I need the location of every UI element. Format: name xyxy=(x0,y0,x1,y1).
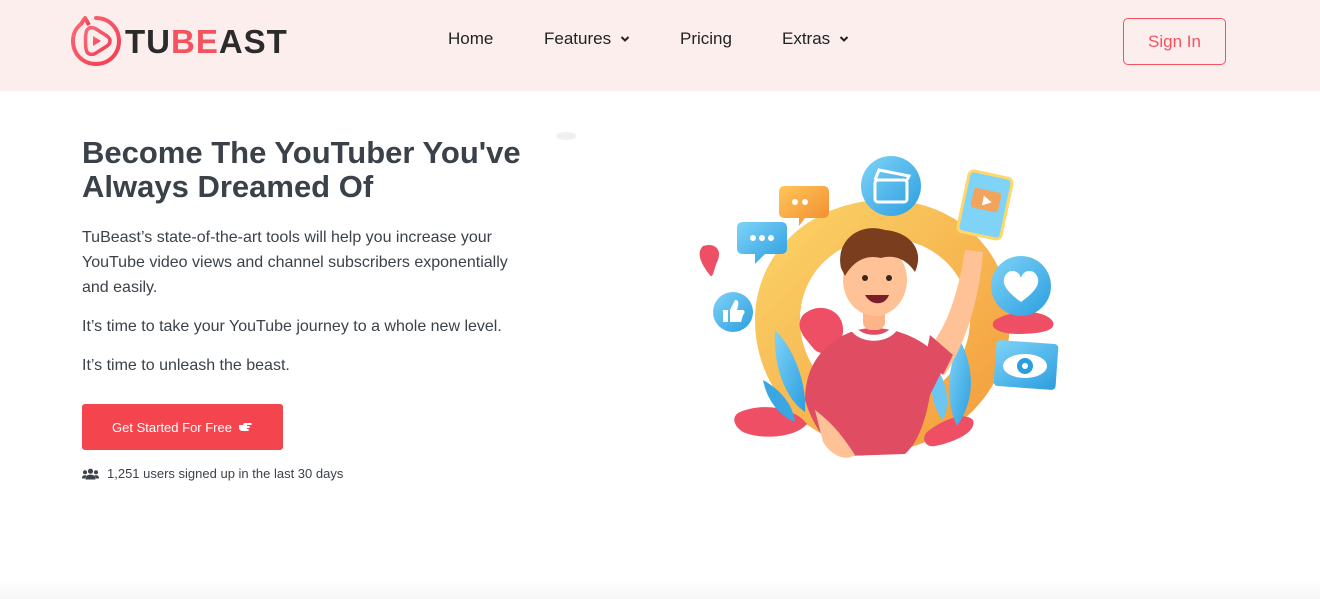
logo-text-part1: TU xyxy=(125,22,171,60)
get-started-label: Get Started For Free xyxy=(112,419,232,435)
decorative-blob xyxy=(699,244,720,277)
logo-text-part3: AST xyxy=(218,22,288,60)
nav-item-extras[interactable]: Extras xyxy=(782,29,849,49)
hero-paragraph-2: It’s time to take your YouTube journey t… xyxy=(82,318,502,335)
nav-item-label: Features xyxy=(544,29,612,48)
heart-icon xyxy=(991,256,1051,316)
decorative-smudge xyxy=(556,132,576,140)
nav-item-label: Extras xyxy=(782,29,831,48)
logo-text-part2: BE xyxy=(171,22,219,60)
thumbs-up-icon xyxy=(713,292,753,332)
social-proof: 1,251 users signed up in the last 30 day… xyxy=(82,466,343,481)
pointing-hand-icon xyxy=(238,423,252,431)
logo-wordmark: TUBEAST xyxy=(125,25,288,58)
clapperboard-icon xyxy=(861,156,921,216)
section-divider xyxy=(0,580,1320,599)
nav-item-label: Home xyxy=(448,29,494,48)
hero-paragraph-3: It’s time to unleash the beast. xyxy=(82,357,290,374)
logo-play-icon xyxy=(70,16,122,67)
chevron-down-icon xyxy=(620,36,630,42)
sign-in-button[interactable]: Sign In xyxy=(1123,18,1226,65)
page-title: Become The YouTuber You've Always Dreame… xyxy=(82,135,521,204)
nav-item-pricing[interactable]: Pricing xyxy=(680,29,732,49)
logo[interactable]: TUBEAST xyxy=(69,14,288,68)
nav-item-label: Pricing xyxy=(680,29,732,48)
social-proof-text: 1,251 users signed up in the last 30 day… xyxy=(107,466,344,481)
site-header: TUBEAST Home Features Pricing Extras Sig… xyxy=(0,0,1320,91)
users-icon xyxy=(82,468,99,479)
video-card-icon xyxy=(956,169,1014,241)
nav-item-features[interactable]: Features xyxy=(544,29,630,49)
person-eye xyxy=(886,275,892,281)
get-started-button[interactable]: Get Started For Free xyxy=(82,404,283,450)
nav-item-home[interactable]: Home xyxy=(448,29,493,49)
hero-illustration xyxy=(699,156,1059,458)
hero-paragraph-1: TuBeast’s state-of-the-art tools will he… xyxy=(82,229,508,296)
person-eye xyxy=(862,275,868,281)
chevron-down-icon xyxy=(839,36,849,42)
eye-icon xyxy=(993,340,1059,390)
